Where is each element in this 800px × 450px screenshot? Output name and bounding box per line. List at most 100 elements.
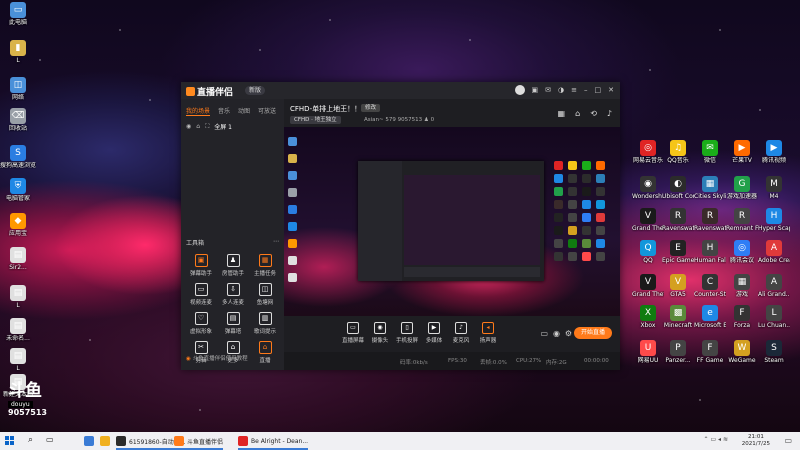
- preview-toggle-icon[interactable]: ◉: [553, 329, 560, 338]
- toolbox-more-icon[interactable]: ⋯: [273, 238, 279, 247]
- tab-music[interactable]: 音乐: [218, 106, 230, 116]
- desktop-icon[interactable]: EEpic Games Launcher: [662, 240, 694, 264]
- desktop-icon[interactable]: ✉ 微信: [694, 140, 726, 164]
- eye-icon[interactable]: ◉: [186, 123, 191, 130]
- tab-gif[interactable]: 动图: [238, 106, 250, 116]
- tool-item[interactable]: ▦ 主播任务: [249, 254, 281, 277]
- desktop-icon[interactable]: Q QQ: [632, 240, 664, 264]
- desktop-icon[interactable]: AAdobe Creative...: [758, 240, 790, 264]
- tool-item[interactable]: ⇩ 多人连麦: [217, 283, 249, 306]
- skin-icon[interactable]: ◑: [558, 85, 564, 95]
- desktop-icon[interactable]: ▶ 腾讯视频: [758, 140, 790, 164]
- close-icon[interactable]: ✕: [608, 85, 614, 95]
- minimize-icon[interactable]: –: [584, 85, 588, 95]
- mail-icon[interactable]: ✉: [545, 85, 551, 95]
- maximize-icon[interactable]: □: [595, 85, 602, 95]
- notification-icon[interactable]: ▭: [784, 436, 792, 445]
- desktop-icon[interactable]: A Ali Grand...: [758, 274, 790, 298]
- tool-item[interactable]: ◫ 鱼塘网: [249, 283, 281, 306]
- desktop-icon[interactable]: L Lu Chuan...: [758, 305, 790, 329]
- go-live-button[interactable]: 开始直播: [574, 327, 612, 339]
- taskbar-app[interactable]: [84, 434, 97, 448]
- windows-start-icon[interactable]: [5, 436, 15, 446]
- desktop-icon[interactable]: ▤ 未命名...: [0, 318, 36, 342]
- desktop-icon[interactable]: HHuman Fall Flat: [694, 240, 726, 264]
- desktop-icon[interactable]: ▮ L: [0, 40, 36, 64]
- desktop-icon[interactable]: RRemnant From the...: [726, 208, 758, 232]
- desktop-icon[interactable]: eMicrosoft Edge: [694, 305, 726, 329]
- tool-item[interactable]: ▭ 视频连麦: [185, 283, 217, 306]
- desktop-icon[interactable]: HHyper Scape: [758, 208, 790, 232]
- task-view-icon[interactable]: ▭: [46, 435, 54, 444]
- version-pill[interactable]: 新版: [245, 86, 266, 95]
- taskbar-app[interactable]: 斗鱼直播伴侣: [174, 434, 224, 450]
- desktop-icon[interactable]: CCounter-Strike: [694, 274, 726, 298]
- stream-preview[interactable]: [284, 127, 620, 316]
- desktop-icon[interactable]: ◎ 网易云音乐: [632, 140, 664, 164]
- desktop-icon[interactable]: P Panzer...: [662, 340, 694, 364]
- taskbar-app[interactable]: [100, 434, 113, 448]
- desktop-icon[interactable]: ◉Wondersh... Filmora: [632, 176, 664, 200]
- desktop-icon[interactable]: S Steam: [758, 340, 790, 364]
- desktop-icon[interactable]: ◫ 网络: [0, 77, 36, 101]
- tray-icons[interactable]: ⌃ ▭ ◂ ≋: [704, 436, 728, 443]
- desktop-icon[interactable]: S搜狗高速浏览器: [0, 145, 36, 169]
- tool-item[interactable]: ♟ 房管助手: [217, 254, 249, 277]
- tool-item[interactable]: ▥ 歌词提示: [249, 312, 281, 335]
- camera-toggle-icon[interactable]: ▭: [540, 329, 548, 338]
- source-control[interactable]: ▯ 手机投屏: [392, 322, 422, 344]
- stream-category[interactable]: CFHD · 地王独立: [290, 116, 341, 124]
- desktop-icon[interactable]: ♫ QQ音乐: [662, 140, 694, 164]
- source-control[interactable]: ◉ 摄像头: [365, 322, 395, 344]
- desktop-icon[interactable]: RRavenswatch Playtest: [662, 208, 694, 232]
- source-control[interactable]: ▭ 直播屏幕: [338, 322, 368, 344]
- source-control[interactable]: ◂ 扬声器: [473, 322, 503, 344]
- desktop-icon[interactable]: U 网易UU: [632, 340, 664, 364]
- desktop-icon[interactable]: ▦ 游戏: [726, 274, 758, 298]
- desktop-icon[interactable]: ▤ L: [0, 348, 36, 372]
- desktop-icon[interactable]: ◆ 应用宝: [0, 213, 36, 237]
- source-control[interactable]: ▶ 多媒体: [419, 322, 449, 344]
- tool-item[interactable]: ⌂ 直播: [249, 341, 281, 364]
- desktop-icon[interactable]: VGrand Theft Auto V: [632, 208, 664, 232]
- desktop-icon[interactable]: ▩ Minecraft: [662, 305, 694, 329]
- gear-icon[interactable]: ⚙: [565, 329, 572, 338]
- desktop-icon[interactable]: ⌫ 回收站: [0, 108, 36, 132]
- desktop-icon[interactable]: ▭ 此电脑: [0, 2, 36, 26]
- taskbar-clock[interactable]: 21:01 2021/7/25: [742, 434, 770, 448]
- desktop-icon[interactable]: RRavenswatch: [694, 208, 726, 232]
- desktop-icon[interactable]: X Xbox: [632, 305, 664, 329]
- desktop-icon[interactable]: M M4: [758, 176, 790, 200]
- desktop-icon[interactable]: ◎ 腾讯会议: [726, 240, 758, 264]
- user-avatar[interactable]: [514, 85, 525, 95]
- desktop-icon[interactable]: ▶ 芒果TV: [726, 140, 758, 164]
- tab-broadcast[interactable]: 可放送: [258, 106, 276, 116]
- lock-icon[interactable]: ⌂: [196, 123, 200, 130]
- desktop-icon[interactable]: ▦Cities Skylines: [694, 176, 726, 200]
- desktop-icon[interactable]: F FF Game: [694, 340, 726, 364]
- search-icon[interactable]: ⌕: [28, 435, 33, 445]
- share-icon[interactable]: ⟲: [590, 109, 597, 118]
- lock-icon[interactable]: ⌂: [575, 109, 580, 118]
- desktop-icon[interactable]: W WeGame: [726, 340, 758, 364]
- settings-icon[interactable]: ≡: [571, 85, 577, 95]
- desktop-icon[interactable]: ▤ L: [0, 285, 36, 309]
- bell-icon[interactable]: ♪: [607, 109, 612, 118]
- desktop-icon[interactable]: ◐Ubisoft Connect: [662, 176, 694, 200]
- desktop-icon[interactable]: F Forza: [726, 305, 758, 329]
- desktop-icon[interactable]: ⛨ 电脑管家: [0, 178, 36, 202]
- tool-item[interactable]: ▣ 弹幕助手: [185, 254, 217, 277]
- tool-item[interactable]: ▤ 弹幕塔: [217, 312, 249, 335]
- desktop-icon[interactable]: ▤ Sir2...: [0, 247, 36, 271]
- message-icon[interactable]: ▣: [532, 85, 539, 95]
- scene-row[interactable]: ◉ ⌂ ⛶ 全屏 1: [181, 119, 284, 134]
- source-control[interactable]: ♪ 麦克风: [446, 322, 476, 344]
- tool-item[interactable]: ♡ 虚拟形象: [185, 312, 217, 335]
- gift-icon[interactable]: ▦: [558, 109, 566, 118]
- tab-my-scenes[interactable]: 我的场景: [186, 106, 211, 116]
- desktop-icon[interactable]: VGrand Theft Auto V: [632, 274, 664, 298]
- desktop-icon[interactable]: V GTA5: [662, 274, 694, 298]
- edit-title-button[interactable]: 修改: [361, 104, 381, 112]
- desktop-icon[interactable]: G 游戏加速器: [726, 176, 758, 200]
- tutorial-link[interactable]: ◉ 斗鱼直播伴侣使用教程: [186, 354, 248, 362]
